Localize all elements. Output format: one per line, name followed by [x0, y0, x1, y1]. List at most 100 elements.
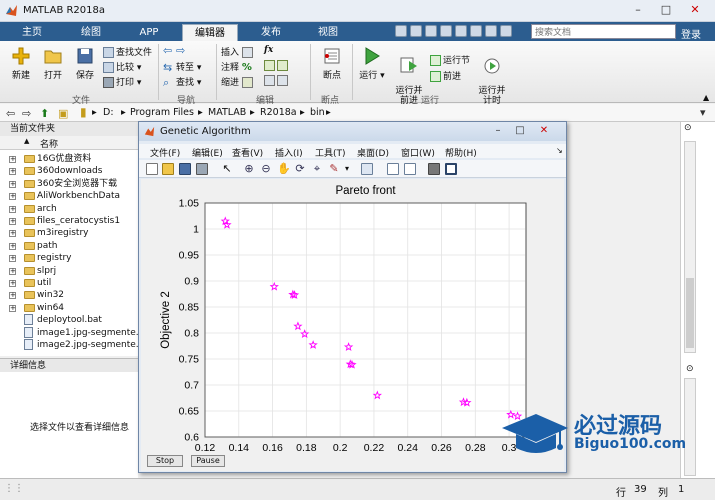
tab-plots[interactable]: 绘图: [66, 24, 116, 41]
figure-title-bar[interactable]: Genetic Algorithm – □ ✕: [139, 122, 566, 141]
file-list-item[interactable]: + registry: [0, 252, 138, 264]
expand-folder-icon[interactable]: +: [9, 218, 16, 225]
zoom-out-icon[interactable]: ⊖: [260, 163, 272, 175]
file-list-item[interactable]: image1.jpg-segmente...: [0, 326, 138, 339]
path-segment-program-files[interactable]: Program Files: [130, 107, 194, 118]
figure-close-icon[interactable]: ✕: [535, 124, 553, 137]
menu-edit[interactable]: 编辑(E): [192, 146, 223, 159]
file-list-item[interactable]: deploytool.bat: [0, 314, 138, 326]
panel-menu-icon[interactable]: ⊙: [686, 364, 694, 374]
switch-windows-icon[interactable]: [485, 25, 497, 37]
print-figure-icon[interactable]: [196, 163, 208, 175]
expand-folder-icon[interactable]: +: [9, 230, 16, 238]
expand-folder-icon[interactable]: +: [9, 168, 16, 176]
path-segment-drive[interactable]: D:: [103, 107, 114, 118]
file-list-item[interactable]: + win64: [0, 302, 138, 314]
indent-tools[interactable]: [264, 75, 290, 86]
insert-legend-icon[interactable]: [404, 163, 416, 175]
menu-file[interactable]: 文件(F): [150, 146, 180, 159]
copy-quick-icon[interactable]: [425, 25, 437, 37]
pan-hand-icon[interactable]: ✋: [277, 163, 291, 175]
panel-menu-icon[interactable]: ⊙: [684, 123, 692, 133]
menu-desktop[interactable]: 桌面(D): [357, 146, 389, 159]
paste-quick-icon[interactable]: [440, 25, 452, 37]
figure-minimize-icon[interactable]: –: [489, 124, 507, 137]
expand-folder-icon[interactable]: +: [9, 292, 16, 300]
file-list-item[interactable]: + files_ceratocystis1: [0, 215, 138, 227]
find-files-button[interactable]: 查找文件: [103, 45, 152, 58]
insert-function-button[interactable]: fx: [264, 45, 273, 55]
save-quick-icon[interactable]: [395, 25, 407, 37]
save-figure-icon[interactable]: [179, 163, 191, 175]
file-column-header[interactable]: 名称 ▲: [0, 136, 138, 150]
search-docs-input[interactable]: [531, 24, 676, 39]
figure-maximize-icon[interactable]: □: [511, 124, 529, 137]
path-segment-matlab[interactable]: MATLAB: [208, 107, 246, 118]
run-section-button[interactable]: 运行节: [430, 53, 470, 66]
path-dropdown-icon[interactable]: ▾: [700, 106, 706, 119]
tab-editor[interactable]: 编辑器: [182, 24, 238, 41]
file-list-item[interactable]: + AliWorkbenchData: [0, 190, 138, 202]
redo-quick-icon[interactable]: [470, 25, 482, 37]
open-button[interactable]: 打开: [38, 46, 68, 81]
expand-folder-icon[interactable]: +: [9, 156, 16, 163]
expand-folder-icon[interactable]: +: [9, 280, 16, 287]
data-cursor-icon[interactable]: ⌖: [311, 163, 323, 175]
show-plot-tools-icon[interactable]: [445, 163, 457, 175]
tab-publish[interactable]: 发布: [246, 24, 296, 41]
brush-icon[interactable]: ✎: [328, 163, 340, 175]
up-folder-icon[interactable]: ⬆: [40, 107, 49, 120]
breakpoints-button[interactable]: 断点: [317, 46, 347, 81]
compare-button[interactable]: 比较 ▾: [103, 60, 141, 73]
cut-quick-icon[interactable]: [410, 25, 422, 37]
rotate-3d-icon[interactable]: ⟳: [294, 163, 306, 175]
tab-view[interactable]: 视图: [304, 24, 352, 41]
expand-folder-icon[interactable]: +: [9, 180, 16, 188]
stop-button[interactable]: Stop: [147, 455, 183, 467]
insert-colorbar-icon[interactable]: [387, 163, 399, 175]
dock-arrow-icon[interactable]: ↘: [556, 146, 563, 155]
file-list-item[interactable]: +360downloads: [0, 165, 138, 177]
back-arrow-icon[interactable]: ⇦: [6, 107, 15, 120]
edit-plot-cursor-icon[interactable]: ↖: [221, 163, 233, 175]
find-button[interactable]: ⌕ 查找 ▾: [163, 75, 201, 88]
login-link[interactable]: 登录: [681, 26, 701, 41]
expand-folder-icon[interactable]: +: [9, 304, 16, 312]
browse-folder-icon[interactable]: ▣: [58, 107, 68, 120]
new-figure-icon[interactable]: [146, 163, 158, 175]
menu-help[interactable]: 帮助(H): [445, 146, 477, 159]
file-list-item[interactable]: + win32: [0, 289, 138, 301]
file-list-item[interactable]: +16G优盘资料: [0, 153, 138, 165]
link-plot-icon[interactable]: [361, 163, 373, 175]
menu-view[interactable]: 查看(V): [232, 146, 263, 159]
expand-folder-icon[interactable]: +: [9, 193, 16, 201]
expand-folder-icon[interactable]: +: [9, 242, 16, 250]
save-button[interactable]: 保存: [70, 46, 100, 81]
undo-quick-icon[interactable]: [455, 25, 467, 37]
file-list-item[interactable]: + util: [0, 277, 138, 289]
zoom-in-icon[interactable]: ⊕: [243, 163, 255, 175]
file-list-item[interactable]: image2.jpg-segmente...: [0, 339, 138, 351]
run-and-time-button[interactable]: 运行并 计时: [475, 46, 509, 106]
open-file-icon[interactable]: [162, 163, 174, 175]
file-list-item[interactable]: + m3iregistry: [0, 227, 138, 239]
minimize-icon[interactable]: –: [627, 2, 649, 18]
tab-apps[interactable]: APP: [124, 24, 174, 41]
path-segment-bin[interactable]: bin: [310, 107, 325, 118]
file-list-item[interactable]: + path: [0, 240, 138, 252]
expand-folder-icon[interactable]: +: [9, 267, 16, 275]
hide-plot-tools-icon[interactable]: [428, 163, 440, 175]
insert-button[interactable]: 插入: [221, 45, 255, 58]
comment-button[interactable]: 注释 %: [221, 60, 255, 73]
print-button[interactable]: 打印 ▾: [103, 75, 141, 88]
pause-button[interactable]: Pause: [191, 455, 225, 467]
brush-dropdown-icon[interactable]: ▾: [341, 163, 353, 175]
advance-button[interactable]: 前进: [430, 69, 461, 82]
tab-home[interactable]: 主页: [8, 24, 56, 41]
path-segment-r2018a[interactable]: R2018a: [260, 107, 297, 118]
help-quick-icon[interactable]: [500, 25, 512, 37]
maximize-icon[interactable]: □: [655, 2, 677, 18]
file-list-item[interactable]: + arch: [0, 203, 138, 215]
menu-insert[interactable]: 插入(I): [275, 146, 303, 159]
goto-button[interactable]: ⇆ 转至 ▾: [163, 60, 201, 73]
